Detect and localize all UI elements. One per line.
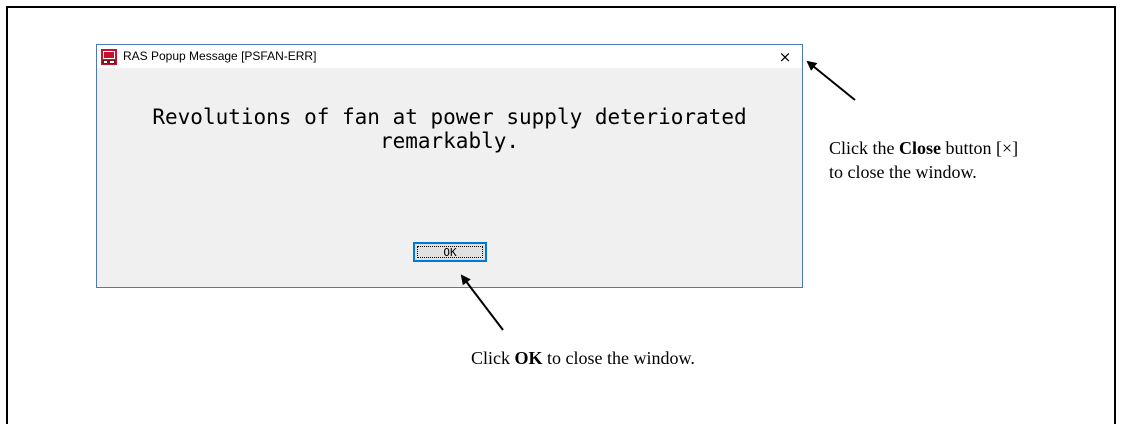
- close-callout-mid: button [×]: [941, 138, 1019, 158]
- popup-dialog: RAS Popup Message [PSFAN-ERR] × Revoluti…: [96, 44, 803, 288]
- window-title: RAS Popup Message [PSFAN-ERR]: [123, 49, 317, 63]
- title-bar[interactable]: RAS Popup Message [PSFAN-ERR] ×: [97, 45, 802, 68]
- ok-button[interactable]: OK: [413, 242, 487, 262]
- ok-button-label: OK: [443, 245, 457, 259]
- close-callout-line-2: to close the window.: [829, 162, 977, 182]
- ras-app-icon: [101, 49, 117, 65]
- close-callout-bold: Close: [899, 138, 941, 158]
- close-callout: Click the Close button [×] to close the …: [829, 136, 1109, 184]
- message-line-1: Revolutions of fan at power supply deter…: [152, 105, 747, 129]
- close-icon: ×: [778, 47, 792, 66]
- ok-callout-bold: OK: [514, 348, 543, 368]
- ok-callout-prefix: Click: [471, 348, 515, 368]
- close-button[interactable]: ×: [768, 45, 802, 68]
- close-callout-line-1: Click the Close button [×]: [829, 136, 1109, 160]
- error-message: Revolutions of fan at power supply deter…: [97, 105, 802, 153]
- message-line-2: remarkably.: [379, 129, 520, 153]
- ok-callout: Click OK to close the window.: [471, 346, 695, 370]
- ok-callout-suffix: to close the window.: [542, 348, 695, 368]
- close-callout-prefix: Click the: [829, 138, 899, 158]
